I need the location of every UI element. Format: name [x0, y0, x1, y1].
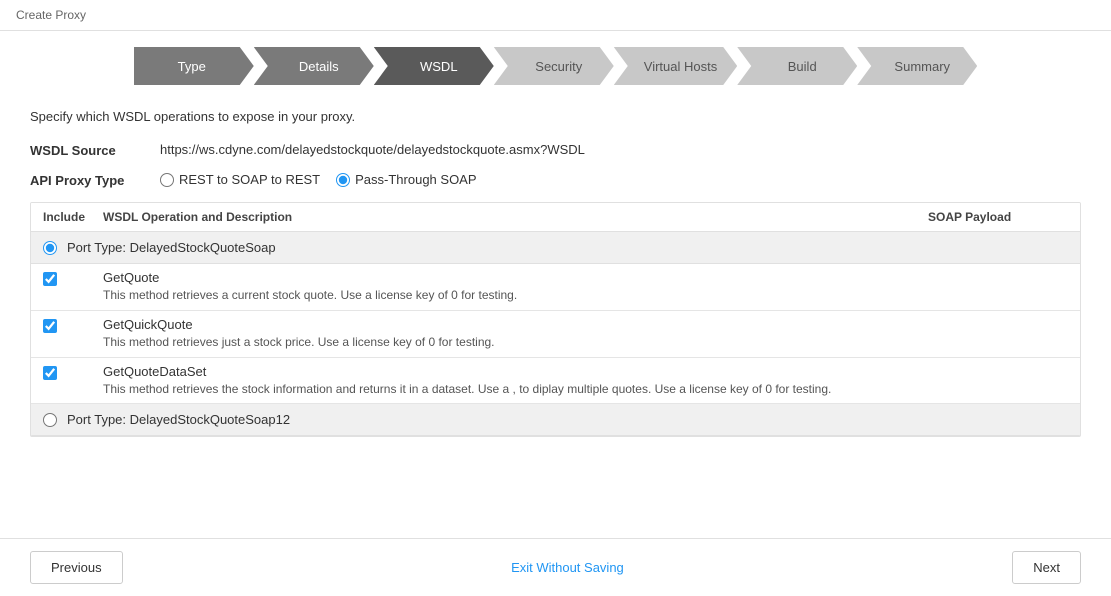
table-row: GetQuote This method retrieves a current… [31, 264, 1080, 311]
checkbox-op3[interactable] [43, 366, 57, 380]
operation-name-op1: GetQuote [103, 270, 928, 285]
radio-rest-to-soap[interactable]: REST to SOAP to REST [160, 172, 320, 187]
checkbox-op2[interactable] [43, 319, 57, 333]
step-virtual-hosts[interactable]: Virtual Hosts [614, 47, 737, 85]
exit-without-saving-button[interactable]: Exit Without Saving [511, 560, 624, 575]
step-summary[interactable]: Summary [857, 47, 977, 85]
footer: Previous Exit Without Saving Next [0, 538, 1111, 596]
wsdl-source-row: WSDL Source https://ws.cdyne.com/delayed… [30, 142, 1081, 158]
radio-rest-to-soap-input[interactable] [160, 173, 174, 187]
operation-desc-op1: This method retrieves a current stock qu… [103, 287, 928, 304]
steps-nav: Type Details WSDL Security Virtual Hosts… [0, 31, 1111, 97]
col-include: Include [43, 210, 103, 224]
subtitle: Specify which WSDL operations to expose … [30, 109, 1081, 124]
col-soap-payload: SOAP Payload [928, 210, 1068, 224]
radio-pass-through-label: Pass-Through SOAP [355, 172, 476, 187]
radio-rest-to-soap-label: REST to SOAP to REST [179, 172, 320, 187]
wsdl-source-label: WSDL Source [30, 142, 160, 158]
col-operation: WSDL Operation and Description [103, 210, 928, 224]
radio-pass-through[interactable]: Pass-Through SOAP [336, 172, 476, 187]
operations-table: Include WSDL Operation and Description S… [30, 202, 1081, 437]
wsdl-source-value: https://ws.cdyne.com/delayedstockquote/d… [160, 142, 585, 157]
table-header: Include WSDL Operation and Description S… [31, 203, 1080, 232]
operation-desc-op2: This method retrieves just a stock price… [103, 334, 928, 351]
step-type[interactable]: Type [134, 47, 254, 85]
step-security[interactable]: Security [494, 47, 614, 85]
operation-info-op2: GetQuickQuote This method retrieves just… [103, 317, 928, 351]
operation-name-op3: GetQuoteDataSet [103, 364, 928, 379]
operation-info-op3: GetQuoteDataSet This method retrieves th… [103, 364, 928, 398]
operation-desc-op3: This method retrieves the stock informat… [103, 381, 928, 398]
table-row: GetQuickQuote This method retrieves just… [31, 311, 1080, 358]
main-content: Specify which WSDL operations to expose … [0, 97, 1111, 437]
port-type-label-2: Port Type: DelayedStockQuoteSoap12 [67, 412, 290, 427]
port-type-radio-1[interactable] [43, 241, 57, 255]
check-cell-op3[interactable] [43, 364, 103, 380]
operation-name-op2: GetQuickQuote [103, 317, 928, 332]
previous-button[interactable]: Previous [30, 551, 123, 584]
port-type-row-2: Port Type: DelayedStockQuoteSoap12 [31, 404, 1080, 436]
radio-pass-through-input[interactable] [336, 173, 350, 187]
check-cell-op1[interactable] [43, 270, 103, 286]
step-details[interactable]: Details [254, 47, 374, 85]
page-header: Create Proxy [0, 0, 1111, 31]
checkbox-op1[interactable] [43, 272, 57, 286]
proxy-type-radio-group: REST to SOAP to REST Pass-Through SOAP [160, 172, 477, 187]
check-cell-op2[interactable] [43, 317, 103, 333]
port-type-label-1: Port Type: DelayedStockQuoteSoap [67, 240, 276, 255]
api-proxy-type-row: API Proxy Type REST to SOAP to REST Pass… [30, 172, 1081, 188]
step-build[interactable]: Build [737, 47, 857, 85]
operation-info-op1: GetQuote This method retrieves a current… [103, 270, 928, 304]
port-type-radio-2[interactable] [43, 413, 57, 427]
table-row: GetQuoteDataSet This method retrieves th… [31, 358, 1080, 405]
step-wsdl[interactable]: WSDL [374, 47, 494, 85]
port-type-row-1: Port Type: DelayedStockQuoteSoap [31, 232, 1080, 264]
next-button[interactable]: Next [1012, 551, 1081, 584]
api-proxy-type-label: API Proxy Type [30, 172, 160, 188]
page-title: Create Proxy [16, 8, 86, 22]
